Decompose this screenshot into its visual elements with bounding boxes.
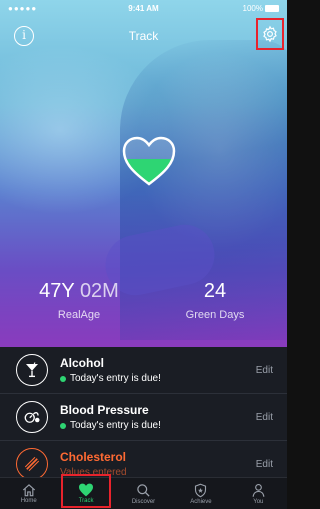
cholesterol-icon [16,448,48,477]
edit-button[interactable]: Edit [256,365,273,376]
cocktail-icon [16,354,48,386]
settings-button[interactable] [256,18,284,50]
edit-button[interactable]: Edit [256,412,273,423]
search-icon [137,483,150,497]
shield-star-icon [195,483,207,497]
tracker-list: Alcohol Today's entry is due! Edit Blood… [0,347,287,477]
list-item-text: Alcohol Today's entry is due! [60,356,256,384]
battery-icon [265,5,279,12]
list-item-title: Blood Pressure [60,403,149,417]
track-tab-highlight [61,474,111,508]
tab-track[interactable]: Track [57,474,114,509]
list-item-subtitle: Today's entry is due! [70,373,161,384]
home-icon [22,484,35,497]
list-item-status: Today's entry is due! [60,420,256,431]
heart-icon [122,136,176,186]
status-dot-icon [60,375,66,382]
tab-label: You [253,498,264,505]
status-bar: ●●●●● 9:41 AM 100% [0,0,287,16]
tab-label: Discover [131,498,156,505]
tab-bar: Home Track Discover Achieve You [0,474,287,509]
list-item-alcohol[interactable]: Alcohol Today's entry is due! Edit [0,347,287,394]
list-item-cholesterol[interactable]: Cholesterol Values entered Edit [0,441,287,477]
real-age-value: 47Y 02M [24,280,134,303]
battery-indicator: 100% [243,4,279,13]
green-days-label: Green Days [185,309,245,321]
list-item-title: Alcohol [60,356,104,370]
track-screen: ●●●●● 9:41 AM 100% i Track 47Y 02M RealA… [0,0,287,509]
hero-background: ●●●●● 9:41 AM 100% i Track 47Y 02M RealA… [0,0,287,347]
real-age-stat[interactable]: 47Y 02M RealAge [24,280,134,321]
tab-achieve[interactable]: Achieve [172,478,229,509]
tab-label: Home [20,498,37,504]
battery-percent: 100% [242,4,263,13]
tab-discover[interactable]: Discover [115,478,172,509]
gear-icon [263,25,277,43]
real-age-years: 47Y [39,280,75,302]
list-item-status: Today's entry is due! [60,373,256,384]
real-age-months: 02M [79,280,119,302]
list-item-subtitle: Today's entry is due! [70,420,161,431]
real-age-label: RealAge [57,309,101,321]
list-item-blood-pressure[interactable]: Blood Pressure Today's entry is due! Edi… [0,394,287,441]
list-item-text: Cholesterol Values entered [60,450,256,477]
green-days-stat[interactable]: 24 Green Days [170,280,260,321]
edit-button[interactable]: Edit [256,459,273,470]
tab-you[interactable]: You [230,478,287,509]
tab-label: Achieve [190,498,212,505]
page-title: Track [128,29,159,43]
status-dot-icon [60,422,66,429]
tab-home[interactable]: Home [0,478,57,509]
list-item-text: Blood Pressure Today's entry is due! [60,403,256,431]
blood-pressure-icon [16,401,48,433]
person-icon [252,483,265,497]
green-heart-indicator[interactable] [121,135,177,187]
list-item-title: Cholesterol [60,450,127,464]
green-days-value: 24 [203,280,227,302]
